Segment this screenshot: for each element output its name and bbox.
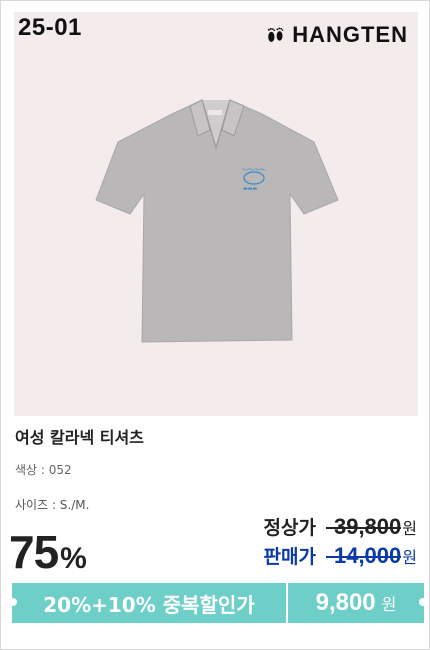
promo-text: 20%+10% 중복할인가 (43, 592, 255, 617)
svg-text:〜〜〜〜: 〜〜〜〜 (242, 167, 266, 174)
size-value: S./M. (59, 498, 90, 512)
footprints-icon (268, 27, 284, 42)
regular-price-currency: 원 (402, 519, 417, 538)
promo-bar[interactable]: 20%+10% 중복할인가 9,800 원 (9, 583, 427, 623)
final-price-box: 9,800 원 (288, 583, 427, 623)
final-price: 9,800 (315, 589, 376, 616)
discount-rate: 75% (9, 525, 87, 579)
notch-right (419, 598, 427, 606)
product-card[interactable]: 25-01 HANGTEN 〜〜〜〜 ▬▬▬ 여성 칼라넥 티셔츠 색상: 0… (0, 0, 430, 650)
sale-price-currency: 원 (402, 548, 417, 567)
color-option: 색상 : 052 (15, 463, 72, 477)
sale-price-label: 판매가 (263, 546, 316, 568)
shirt-photo: 〜〜〜〜 ▬▬▬ (95, 99, 339, 343)
final-price-currency: 원 (381, 595, 397, 614)
sale-price-row: 판매가 14,000원 (264, 542, 417, 569)
notch-left (9, 598, 17, 606)
svg-text:▬▬▬: ▬▬▬ (243, 186, 257, 192)
sale-price-amount: 14,000 (326, 543, 401, 568)
brand-logo: HANGTEN (264, 22, 408, 48)
discount-symbol: % (60, 542, 87, 575)
regular-price-label: 정상가 (263, 517, 316, 539)
regular-price-row: 정상가 39,800원 (264, 513, 417, 540)
product-image[interactable]: 25-01 HANGTEN 〜〜〜〜 ▬▬▬ (14, 12, 418, 416)
size-label: 사이즈 (15, 498, 49, 512)
discount-number: 75 (9, 526, 59, 578)
product-name[interactable]: 여성 칼라넥 티셔츠 (15, 424, 144, 448)
color-label: 색상 (15, 463, 38, 477)
regular-price-amount: 39,800 (326, 514, 401, 539)
brand-name: HANGTEN (292, 22, 408, 47)
size-option: 사이즈 : S./M. (15, 498, 90, 512)
product-code: 25-01 (18, 14, 82, 41)
sale-price: 14,000원 (326, 543, 417, 569)
promo-label-box: 20%+10% 중복할인가 (9, 583, 286, 623)
color-value: 052 (48, 463, 72, 477)
regular-price: 39,800원 (326, 514, 417, 540)
